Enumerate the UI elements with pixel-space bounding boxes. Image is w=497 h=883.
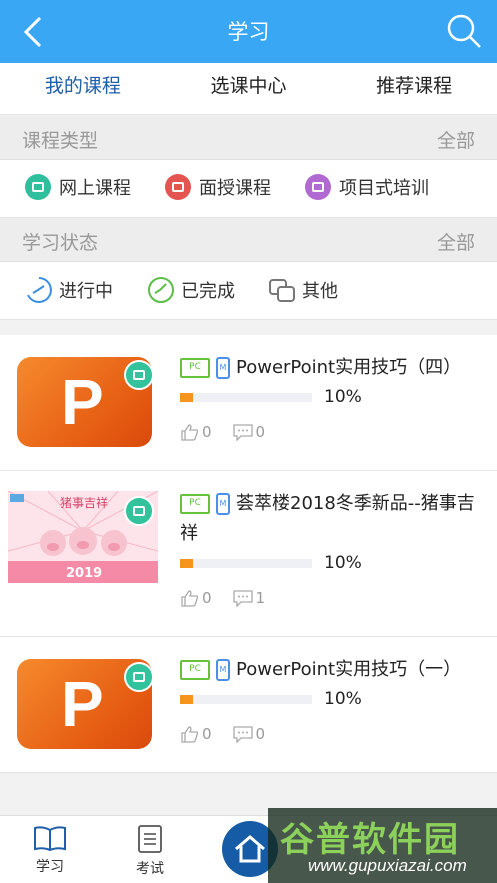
study-status-label: 学习状态 <box>22 232 99 254</box>
comment-icon <box>232 590 253 607</box>
course-stats: 0 0 <box>180 725 483 743</box>
mobile-device-icon: M <box>216 357 230 379</box>
study-status-filters: 进行中 已完成 其他 <box>0 262 497 320</box>
progress-label: 10% <box>324 689 362 709</box>
like-count: 0 <box>202 589 212 607</box>
course-list: P PC M PowerPoint实用技巧（四） 10% 0 0 猪事吉祥 20… <box>0 335 497 773</box>
search-icon[interactable] <box>445 12 483 50</box>
pc-device-icon: PC <box>180 660 210 680</box>
filter-classroom-course[interactable]: 面授课程 <box>165 174 271 200</box>
course-type-filters: 网上课程 面授课程 项目式培训 <box>0 160 497 218</box>
status-in-progress[interactable]: 进行中 <box>25 276 113 304</box>
nav-exam[interactable]: 考试 <box>120 824 180 878</box>
completed-icon <box>148 277 174 303</box>
comment-count: 0 <box>255 725 266 743</box>
online-course-icon <box>25 174 51 200</box>
thumbs-up-icon <box>181 726 199 743</box>
filter-label: 面授课程 <box>199 178 271 199</box>
pc-device-icon: PC <box>180 358 210 378</box>
course-title: PowerPoint实用技巧（四） <box>236 357 462 378</box>
course-title-row: PC M 荟萃楼2018冬季新品--猪事吉祥 <box>180 489 483 549</box>
study-status-all-button[interactable]: 全部 <box>437 228 475 255</box>
filter-label: 网上课程 <box>59 178 131 199</box>
site-watermark: 谷普软件园 www.gupuxiazai.com <box>268 808 497 883</box>
thumbnail-year: 2019 <box>66 566 102 581</box>
course-title-row: PC M PowerPoint实用技巧（一） <box>180 655 483 685</box>
project-training-icon <box>305 174 331 200</box>
exam-paper-icon <box>138 825 162 853</box>
like-count: 0 <box>202 423 212 441</box>
course-stats: 0 1 <box>180 589 483 607</box>
progress-label: 10% <box>324 387 362 407</box>
tab-my-courses[interactable]: 我的课程 <box>0 63 166 119</box>
course-type-label: 课程类型 <box>22 130 99 152</box>
comment-icon <box>232 424 253 441</box>
comment-icon <box>232 726 253 743</box>
comment-button[interactable]: 0 <box>232 725 266 743</box>
mobile-device-icon: M <box>216 493 230 515</box>
course-stats: 0 0 <box>180 423 483 441</box>
like-button[interactable]: 0 <box>180 589 212 607</box>
thumbs-up-icon <box>181 424 199 441</box>
course-item[interactable]: P PC M PowerPoint实用技巧（一） 10% 0 0 <box>0 637 497 773</box>
progress-bar <box>180 558 312 568</box>
home-icon <box>235 835 265 863</box>
filter-label: 项目式培训 <box>339 178 429 199</box>
course-progress: 10% <box>180 553 483 573</box>
pc-device-icon: PC <box>180 494 210 514</box>
book-icon <box>34 826 66 852</box>
nav-exam-label: 考试 <box>136 861 164 877</box>
nav-study-label: 学习 <box>36 859 64 875</box>
progress-bar <box>180 392 312 402</box>
tab-recommended[interactable]: 推荐课程 <box>331 63 497 114</box>
course-item[interactable]: P PC M PowerPoint实用技巧（四） 10% 0 0 <box>0 335 497 471</box>
tab-bar: 我的课程 选课中心 推荐课程 <box>0 63 497 119</box>
mobile-device-icon: M <box>216 659 230 681</box>
online-course-badge-icon <box>124 496 154 526</box>
classroom-course-icon <box>165 174 191 200</box>
course-progress: 10% <box>180 387 483 407</box>
thumbnail-caption: 猪事吉祥 <box>60 496 108 510</box>
other-icon <box>269 279 295 302</box>
like-count: 0 <box>202 725 212 743</box>
tab-course-center[interactable]: 选课中心 <box>166 63 332 114</box>
course-progress: 10% <box>180 689 483 709</box>
course-title: PowerPoint实用技巧（一） <box>236 659 462 680</box>
progress-label: 10% <box>324 553 362 573</box>
like-button[interactable]: 0 <box>180 725 212 743</box>
course-item[interactable]: 猪事吉祥 2019 PC M 荟萃楼2018冬季新品--猪事吉祥 10% 0 1 <box>0 471 497 637</box>
comment-count: 1 <box>255 589 266 607</box>
course-type-header: 课程类型 全部 <box>0 116 497 160</box>
course-title-row: PC M PowerPoint实用技巧（四） <box>180 353 483 383</box>
status-label: 其他 <box>302 281 338 302</box>
online-course-badge-icon <box>124 662 154 692</box>
watermark-title: 谷普软件园 <box>280 820 460 860</box>
divider <box>0 321 497 335</box>
status-label: 已完成 <box>181 281 235 302</box>
online-course-badge-icon <box>124 360 154 390</box>
progress-bar <box>180 694 312 704</box>
comment-button[interactable]: 1 <box>232 589 266 607</box>
like-button[interactable]: 0 <box>180 423 212 441</box>
watermark-url: www.gupuxiazai.com <box>308 856 467 875</box>
filter-online-course[interactable]: 网上课程 <box>25 174 131 200</box>
course-type-all-button[interactable]: 全部 <box>437 126 475 153</box>
nav-study[interactable]: 学习 <box>20 824 80 876</box>
study-status-header: 学习状态 全部 <box>0 218 497 262</box>
comment-count: 0 <box>255 423 266 441</box>
page-title: 学习 <box>227 20 270 44</box>
status-completed[interactable]: 已完成 <box>147 276 235 304</box>
filter-project-training[interactable]: 项目式培训 <box>305 174 429 200</box>
thumbs-up-icon <box>181 590 199 607</box>
comment-button[interactable]: 0 <box>232 423 266 441</box>
app-header: 学习 <box>0 0 497 63</box>
in-progress-icon <box>27 277 52 303</box>
status-label: 进行中 <box>59 281 113 302</box>
status-other[interactable]: 其他 <box>268 276 338 304</box>
